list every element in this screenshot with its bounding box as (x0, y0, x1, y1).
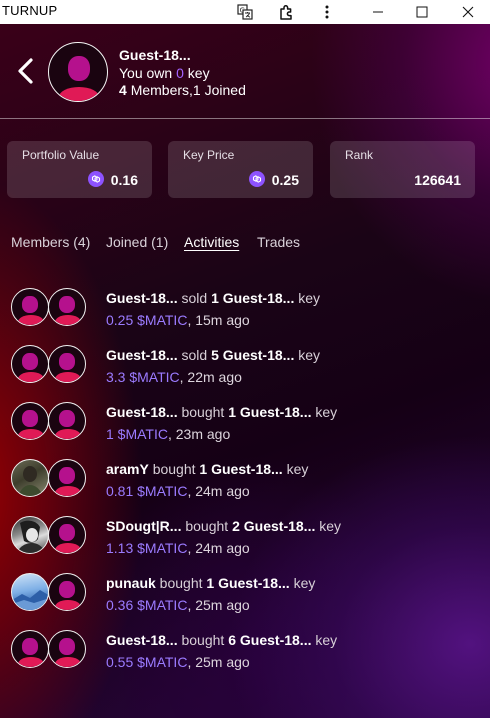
profile-avatar (48, 42, 108, 102)
back-chevron-icon (18, 58, 33, 84)
subject-avatar[interactable] (48, 459, 86, 497)
activity-description: Guest-18... bought 6 Guest-18... key (106, 632, 338, 648)
key-price-label: Key Price (183, 148, 235, 162)
tab-trades[interactable]: Trades (257, 234, 300, 250)
trader-avatar-photo[interactable] (11, 516, 49, 554)
window-title: TURNUP (2, 3, 58, 18)
activity-meta: 1.13 $MATIC, 24m ago (106, 540, 250, 556)
subject-name: Guest-18... (218, 575, 290, 591)
trade-amount: 0.36 $MATIC (106, 597, 188, 613)
trade-time: , 15m ago (187, 312, 250, 328)
trade-amount: 1 $MATIC (106, 426, 168, 442)
activity-description: SDougt|R... bought 2 Guest-18... key (106, 518, 342, 534)
trader-name: SDougt|R... (106, 518, 182, 534)
subject-name: Guest-18... (243, 518, 316, 534)
close-icon[interactable] (456, 0, 480, 24)
rank-card: Rank 126641 (330, 141, 475, 198)
subject-avatar[interactable] (48, 630, 86, 668)
subject-avatar[interactable] (48, 516, 86, 554)
activity-row[interactable]: punauk bought 1 Guest-18... key 0.36 $MA… (0, 573, 490, 623)
activity-row[interactable]: Guest-18... bought 6 Guest-18... key 0.5… (0, 630, 490, 680)
minimize-icon[interactable] (364, 0, 392, 24)
trade-amount: 0.81 $MATIC (106, 483, 188, 499)
subject-name: Guest-18... (239, 632, 312, 648)
trade-amount: 1.13 $MATIC (106, 540, 188, 556)
translate-icon[interactable]: G (236, 0, 254, 24)
key-price-value: 0.25 (271, 172, 299, 188)
activity-description: Guest-18... bought 1 Guest-18... key (106, 404, 338, 420)
activity-row[interactable]: Guest-18... sold 1 Guest-18... key 0.25 … (0, 288, 490, 338)
activity-description: aramY bought 1 Guest-18... key (106, 461, 309, 477)
trade-time: , 25m ago (187, 654, 250, 670)
trade-amount: 0.25 $MATIC (106, 312, 188, 328)
subject-avatar[interactable] (48, 288, 86, 326)
ownership-text: You own 0 key (119, 65, 210, 81)
activity-row[interactable]: SDougt|R... bought 2 Guest-18... key 1.1… (0, 516, 490, 566)
activity-meta: 0.36 $MATIC, 25m ago (106, 597, 250, 613)
trade-time: , 25m ago (187, 597, 250, 613)
trader-avatar[interactable] (11, 345, 49, 383)
trader-avatar[interactable] (11, 630, 49, 668)
subject-avatar[interactable] (48, 402, 86, 440)
activity-meta: 0.81 $MATIC, 24m ago (106, 483, 250, 499)
subject-name: Guest-18... (222, 347, 295, 363)
back-button[interactable] (12, 56, 40, 86)
tab-members[interactable]: Members (4) (11, 234, 90, 250)
subject-name: Guest-18... (239, 404, 312, 420)
profile-name: Guest-18... (119, 47, 191, 63)
extension-icon[interactable] (276, 0, 298, 24)
activity-meta: 0.55 $MATIC, 25m ago (106, 654, 250, 670)
activity-row[interactable]: Guest-18... bought 1 Guest-18... key 1 $… (0, 402, 490, 452)
rank-value: 126641 (414, 172, 461, 188)
trader-name: punauk (106, 575, 156, 591)
tab-activities[interactable]: Activities (184, 234, 239, 250)
activity-description: punauk bought 1 Guest-18... key (106, 575, 316, 591)
activity-description: Guest-18... sold 5 Guest-18... key (106, 347, 321, 363)
rank-label: Rank (345, 148, 374, 162)
activity-row[interactable]: Guest-18... sold 5 Guest-18... key 3.3 $… (0, 345, 490, 395)
trader-name: Guest-18... (106, 404, 178, 420)
window-titlebar: TURNUP G (0, 0, 490, 24)
trader-avatar[interactable] (11, 288, 49, 326)
polygon-coin-icon (249, 171, 265, 187)
subject-name: Guest-18... (222, 290, 295, 306)
owned-key-count: 0 (176, 65, 184, 81)
subject-name: Guest-18... (211, 461, 283, 477)
trade-amount: 3.3 $MATIC (106, 369, 180, 385)
maximize-icon[interactable] (410, 0, 434, 24)
members-summary: 4 Members,1 Joined (119, 82, 246, 98)
tab-joined[interactable]: Joined (1) (106, 234, 168, 250)
trader-avatar-photo[interactable] (11, 459, 49, 497)
subject-avatar[interactable] (48, 573, 86, 611)
activity-description: Guest-18... sold 1 Guest-18... key (106, 290, 321, 306)
trade-time: , 22m ago (179, 369, 242, 385)
trade-time: , 24m ago (187, 483, 250, 499)
activity-meta: 3.3 $MATIC, 22m ago (106, 369, 242, 385)
portfolio-value-label: Portfolio Value (22, 148, 100, 162)
trade-amount: 0.55 $MATIC (106, 654, 188, 670)
activity-meta: 1 $MATIC, 23m ago (106, 426, 230, 442)
portfolio-value: 0.16 (110, 172, 138, 188)
more-vertical-icon[interactable] (318, 0, 336, 24)
portfolio-value-card: Portfolio Value 0.16 (7, 141, 152, 198)
trader-name: aramY (106, 461, 149, 477)
subject-avatar[interactable] (48, 345, 86, 383)
trader-name: Guest-18... (106, 290, 178, 306)
activity-meta: 0.25 $MATIC, 15m ago (106, 312, 250, 328)
trader-avatar-photo[interactable] (11, 573, 49, 611)
header-divider (0, 118, 490, 119)
trader-avatar[interactable] (11, 402, 49, 440)
polygon-coin-icon (88, 171, 104, 187)
trader-name: Guest-18... (106, 632, 178, 648)
trade-time: , 23m ago (167, 426, 231, 442)
key-price-card: Key Price 0.25 (168, 141, 313, 198)
activity-row[interactable]: aramY bought 1 Guest-18... key 0.81 $MAT… (0, 459, 490, 509)
trade-time: , 24m ago (187, 540, 250, 556)
trader-name: Guest-18... (106, 347, 178, 363)
